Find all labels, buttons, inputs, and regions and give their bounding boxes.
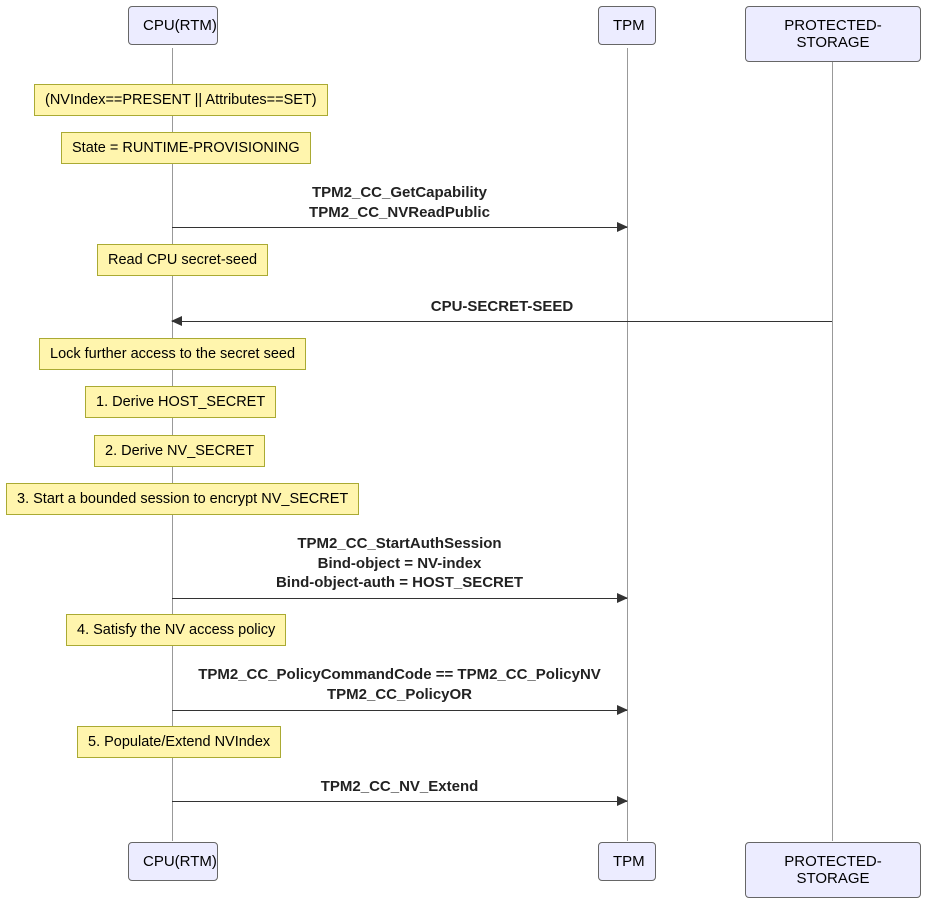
note-satisfy-policy: 4. Satisfy the NV access policy <box>66 614 286 646</box>
note-read-seed: Read CPU secret-seed <box>97 244 268 276</box>
note-derive-nv: 2. Derive NV_SECRET <box>94 435 265 467</box>
arrow-cpu-to-tpm-2 <box>172 598 627 599</box>
participant-storage-top: PROTECTED-STORAGE <box>745 6 921 62</box>
note-start-session: 3. Start a bounded session to encrypt NV… <box>6 483 359 515</box>
arrow-cpu-to-tpm-4 <box>172 801 627 802</box>
participant-tpm-top: TPM <box>598 6 656 45</box>
note-derive-host: 1. Derive HOST_SECRET <box>85 386 276 418</box>
message-secret-seed: CPU-SECRET-SEED <box>172 297 832 317</box>
lifeline-storage <box>832 48 833 841</box>
lifeline-tpm <box>627 48 628 841</box>
arrow-storage-to-cpu <box>172 321 832 322</box>
note-lock-seed: Lock further access to the secret seed <box>39 338 306 370</box>
note-nvindex-check: (NVIndex==PRESENT || Attributes==SET) <box>34 84 328 116</box>
message-nv-extend: TPM2_CC_NV_Extend <box>172 777 627 797</box>
participant-tpm-bottom: TPM <box>598 842 656 881</box>
participant-storage-bottom: PROTECTED-STORAGE <box>745 842 921 898</box>
message-policy: TPM2_CC_PolicyCommandCode == TPM2_CC_Pol… <box>172 665 627 704</box>
arrow-cpu-to-tpm-1 <box>172 227 627 228</box>
arrow-cpu-to-tpm-3 <box>172 710 627 711</box>
note-populate: 5. Populate/Extend NVIndex <box>77 726 281 758</box>
message-get-capability: TPM2_CC_GetCapability TPM2_CC_NVReadPubl… <box>172 183 627 222</box>
participant-cpu-top: CPU(RTM) <box>128 6 218 45</box>
participant-cpu-bottom: CPU(RTM) <box>128 842 218 881</box>
message-start-auth: TPM2_CC_StartAuthSession Bind-object = N… <box>172 534 627 593</box>
note-state: State = RUNTIME-PROVISIONING <box>61 132 311 164</box>
